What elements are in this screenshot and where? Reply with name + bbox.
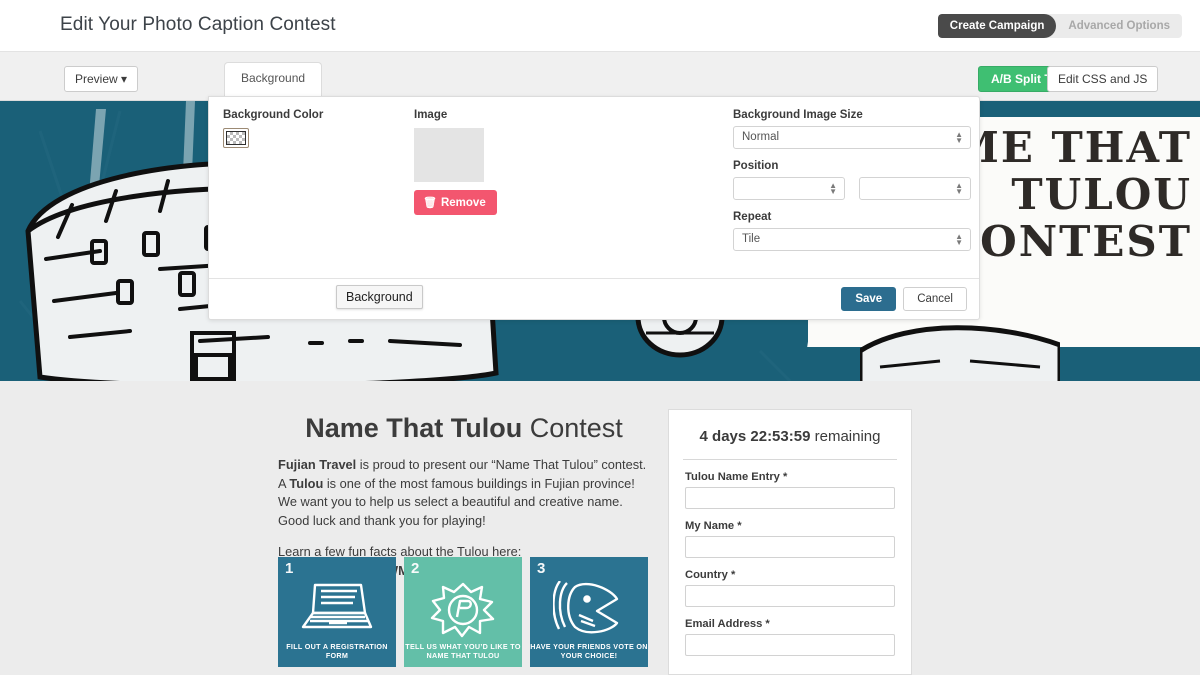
save-button[interactable]: Save: [841, 287, 897, 311]
field-country: Country *: [685, 569, 895, 607]
countdown-value: 4 days 22:53:59: [699, 428, 811, 445]
background-hint-pill[interactable]: Background: [336, 285, 423, 309]
campaign-editor-page: Edit Your Photo Caption Contest Create C…: [0, 0, 1200, 675]
contest-title-rest: Contest: [522, 413, 623, 443]
select-stepper-icon: ▲ ▼: [955, 180, 963, 196]
step-caption: Tell us what you’d like to name that Tul…: [405, 641, 521, 661]
splat-icon: [430, 582, 495, 638]
select-stepper-icon: ▲ ▼: [955, 231, 963, 247]
step-card-3: 3 Have your friends vote on your choice!: [530, 557, 648, 667]
mode-switch: Create Campaign Advanced Options: [937, 14, 1182, 38]
step-card-2: 2 Tell us what you’d like to name that T…: [404, 557, 522, 667]
background-color-group: Background Color: [223, 109, 323, 148]
preview-dropdown-button[interactable]: Preview ▾: [64, 66, 139, 93]
contest-title: Name That Tulou Contest: [278, 413, 650, 444]
tab-create-campaign[interactable]: Create Campaign: [937, 14, 1057, 38]
transparency-checkerboard-icon: [226, 131, 246, 145]
contest-title-bold: Name That Tulou: [305, 413, 523, 443]
repeat-label: Repeat: [733, 211, 772, 223]
contest-paragraph-1: Fujian Travel is proud to present our “N…: [278, 456, 648, 530]
background-color-label: Background Color: [223, 109, 324, 121]
step-number: 2: [411, 560, 420, 577]
modal-card: Background Color Image 🗑 Remove Backgroun…: [208, 96, 980, 320]
background-image-group: Image 🗑 Remove: [414, 109, 497, 215]
cancel-button[interactable]: Cancel: [903, 287, 967, 311]
brand-name: Fujian Travel: [278, 457, 357, 472]
step-number: 1: [285, 560, 294, 577]
image-label: Image: [414, 109, 448, 121]
position-y-select[interactable]: ▲ ▼: [859, 177, 971, 200]
background-color-swatch-button[interactable]: [223, 128, 249, 148]
tab-advanced-options[interactable]: Advanced Options: [1056, 14, 1182, 38]
position-label: Position: [733, 160, 779, 172]
field-my-name: My Name *: [685, 520, 895, 558]
megaphone-icon: [553, 581, 619, 634]
countdown-timer: 4 days 22:53:59 remaining: [683, 428, 897, 460]
select-stepper-icon: ▲ ▼: [955, 129, 963, 145]
trash-icon: 🗑: [423, 197, 437, 209]
background-settings-modal: Background Background Color Image 🗑 Remov…: [208, 62, 980, 320]
field-tulou-name-entry: Tulou Name Entry *: [685, 471, 895, 509]
modal-footer: Save Cancel: [209, 278, 979, 319]
laptop-icon: [301, 583, 373, 629]
repeat-value: Tile: [742, 233, 761, 245]
country-input[interactable]: [685, 585, 895, 607]
position-select-row: ▲ ▼ ▲ ▼: [733, 177, 971, 200]
campaign-preview-body: Name That Tulou Contest Fujian Travel is…: [0, 381, 1200, 675]
my-name-input[interactable]: [685, 536, 895, 558]
modal-tab-bar: Background: [208, 62, 980, 96]
field-email-address: Email Address *: [685, 618, 895, 656]
tab-background[interactable]: Background: [224, 62, 323, 96]
select-stepper-icon: ▲ ▼: [829, 180, 837, 196]
background-options-group: Background Image Size Normal ▲ ▼ Position…: [733, 109, 971, 251]
background-image-size-label: Background Image Size: [733, 109, 863, 121]
paragraph-1-emphasis: Tulou: [289, 475, 324, 491]
entry-form-card: 4 days 22:53:59 remaining Tulou Name Ent…: [668, 409, 912, 675]
paragraph-1-part-d: is one of the most famous buildings in F…: [278, 475, 635, 528]
remove-image-button[interactable]: 🗑 Remove: [414, 190, 497, 215]
image-thumbnail[interactable]: [414, 128, 484, 182]
step-number: 3: [537, 560, 546, 577]
email-address-input[interactable]: [685, 634, 895, 656]
countdown-suffix: remaining: [810, 428, 881, 445]
position-x-select[interactable]: ▲ ▼: [733, 177, 845, 200]
background-image-size-select[interactable]: Normal ▲ ▼: [733, 126, 971, 149]
remove-image-label: Remove: [440, 197, 486, 209]
step-caption: Fill out a registration form: [286, 641, 388, 661]
banner-foreground-shape: [860, 325, 1060, 381]
step-card-1: 1 Fill out a registration form: [278, 557, 396, 667]
page-title: Edit Your Photo Caption Contest: [60, 14, 336, 35]
repeat-select[interactable]: Tile ▲ ▼: [733, 228, 971, 251]
background-image-size-value: Normal: [742, 131, 780, 143]
field-label: Tulou Name Entry *: [685, 471, 788, 483]
app-header: Edit Your Photo Caption Contest Create C…: [0, 0, 1200, 52]
field-label: My Name *: [685, 520, 742, 532]
edit-css-js-button[interactable]: Edit CSS and JS: [1047, 66, 1159, 93]
tulou-name-entry-input[interactable]: [685, 487, 895, 509]
modal-body: Background Color Image 🗑 Remove Backgroun…: [209, 97, 979, 309]
how-it-works-steps: 1 Fill out a registration form 2: [278, 557, 648, 667]
step-caption: Have your friends vote on your choice!: [530, 641, 648, 661]
field-label: Country *: [685, 569, 736, 581]
field-label: Email Address *: [685, 618, 770, 630]
